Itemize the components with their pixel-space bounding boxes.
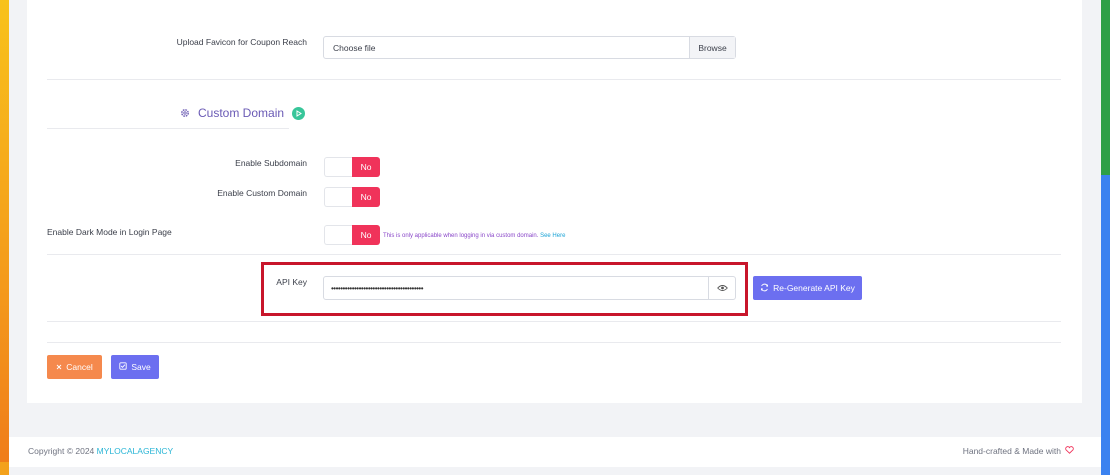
enable-subdomain-toggle[interactable]: No <box>324 157 380 177</box>
gear-icon <box>180 108 190 118</box>
save-icon <box>119 362 127 372</box>
cancel-button[interactable]: Cancel <box>47 355 102 379</box>
save-label: Save <box>131 362 151 372</box>
toggle-off-segment <box>324 187 352 207</box>
api-key-value: •••••••••••••••••••••••••••••••••••••••• <box>331 283 424 293</box>
dark-mode-helper-text: This is only applicable when logging in … <box>383 233 565 239</box>
custom-domain-heading: Custom Domain <box>180 106 306 120</box>
section-divider <box>47 128 289 129</box>
settings-card: Upload Favicon for Coupon Reach Choose f… <box>27 0 1082 403</box>
save-button[interactable]: Save <box>111 355 159 379</box>
toggle-off-segment <box>324 157 352 177</box>
divider <box>47 342 1061 343</box>
divider <box>47 321 1061 322</box>
favicon-file-input[interactable]: Choose file Browse <box>323 36 736 59</box>
toggle-off-segment <box>324 225 352 245</box>
page-footer: Copyright © 2024 MYLOCALAGENCY Hand-craf… <box>9 437 1101 467</box>
made-with-text: Hand-crafted & Made with <box>963 446 1074 456</box>
copyright-text: Copyright © 2024 MYLOCALAGENCY <box>28 446 173 456</box>
brand-link[interactable]: MYLOCALAGENCY <box>97 446 174 456</box>
browse-button[interactable]: Browse <box>689 37 735 58</box>
helper-text: This is only applicable when logging in … <box>383 233 539 239</box>
see-here-link[interactable]: See Here <box>540 233 565 239</box>
api-key-label: API Key <box>276 277 307 287</box>
regenerate-label: Re-Generate API Key <box>773 283 855 293</box>
heart-icon <box>1065 446 1074 456</box>
api-key-field[interactable]: •••••••••••••••••••••••••••••••••••••••• <box>323 276 736 300</box>
enable-subdomain-label: Enable Subdomain <box>235 158 307 168</box>
upload-favicon-label: Upload Favicon for Coupon Reach <box>176 37 307 47</box>
toggle-no-label: No <box>352 225 380 245</box>
enable-dark-mode-label: Enable Dark Mode in Login Page <box>47 227 172 237</box>
enable-dark-mode-toggle[interactable]: No <box>324 225 380 245</box>
play-icon[interactable] <box>292 106 306 120</box>
toggle-no-label: No <box>352 157 380 177</box>
made-with-label: Hand-crafted & Made with <box>962 446 1061 456</box>
divider <box>47 79 1061 80</box>
enable-custom-domain-label: Enable Custom Domain <box>217 188 307 198</box>
cancel-label: Cancel <box>66 362 93 372</box>
toggle-no-label: No <box>352 187 380 207</box>
refresh-icon <box>760 283 769 294</box>
regenerate-api-key-button[interactable]: Re-Generate API Key <box>753 276 862 300</box>
app-screen: Upload Favicon for Coupon Reach Choose f… <box>9 0 1101 475</box>
enable-custom-domain-toggle[interactable]: No <box>324 187 380 207</box>
file-input-text: Choose file <box>333 42 376 53</box>
copyright-prefix: Copyright © 2024 <box>28 446 95 456</box>
eye-icon[interactable] <box>708 277 735 299</box>
close-icon <box>56 362 62 372</box>
custom-domain-title: Custom Domain <box>198 106 285 120</box>
divider <box>47 254 1061 255</box>
